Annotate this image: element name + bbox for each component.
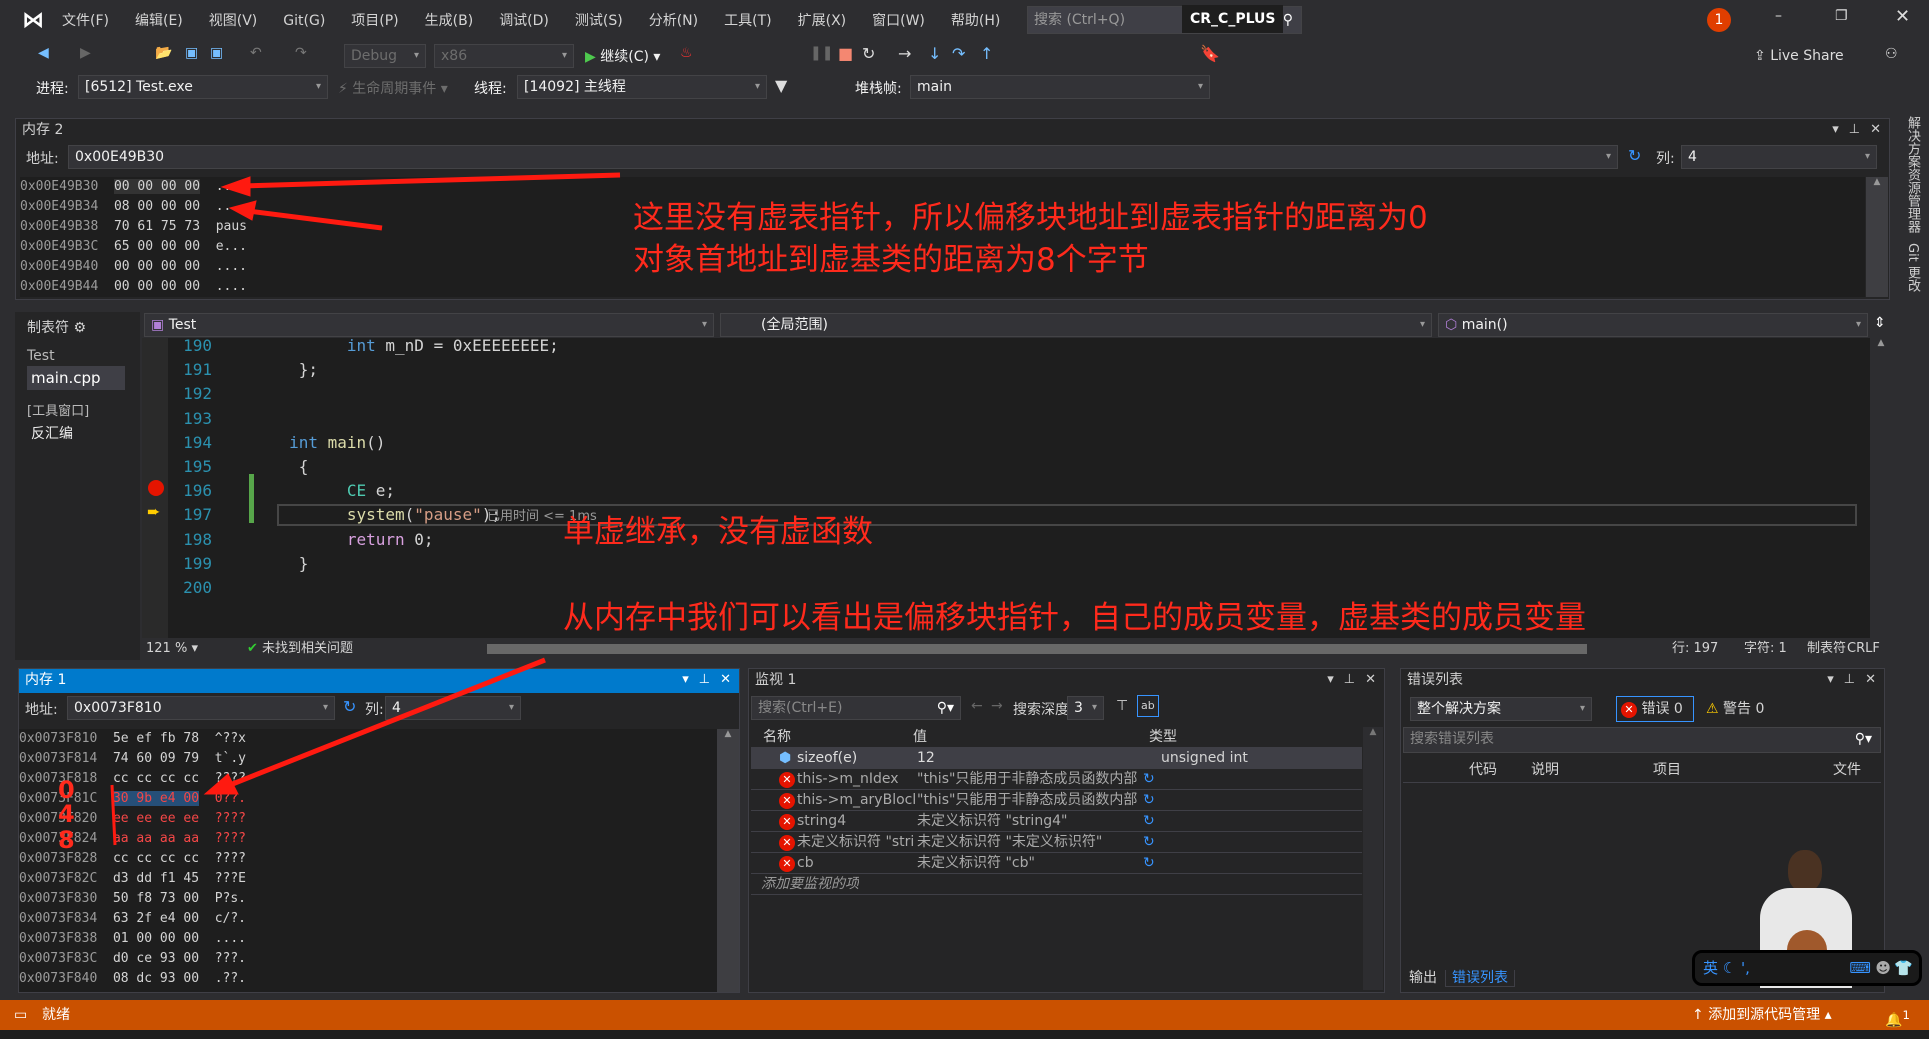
arrow-to-offset-0	[239, 172, 621, 189]
arrowhead	[228, 200, 257, 221]
bracket-line	[110, 784, 117, 846]
arrow-to-vbptr	[229, 657, 546, 788]
arrow-to-offset-8	[247, 208, 383, 231]
arrowhead	[203, 773, 239, 795]
annotation-arrows	[110, 172, 621, 846]
arrowhead	[220, 176, 251, 197]
